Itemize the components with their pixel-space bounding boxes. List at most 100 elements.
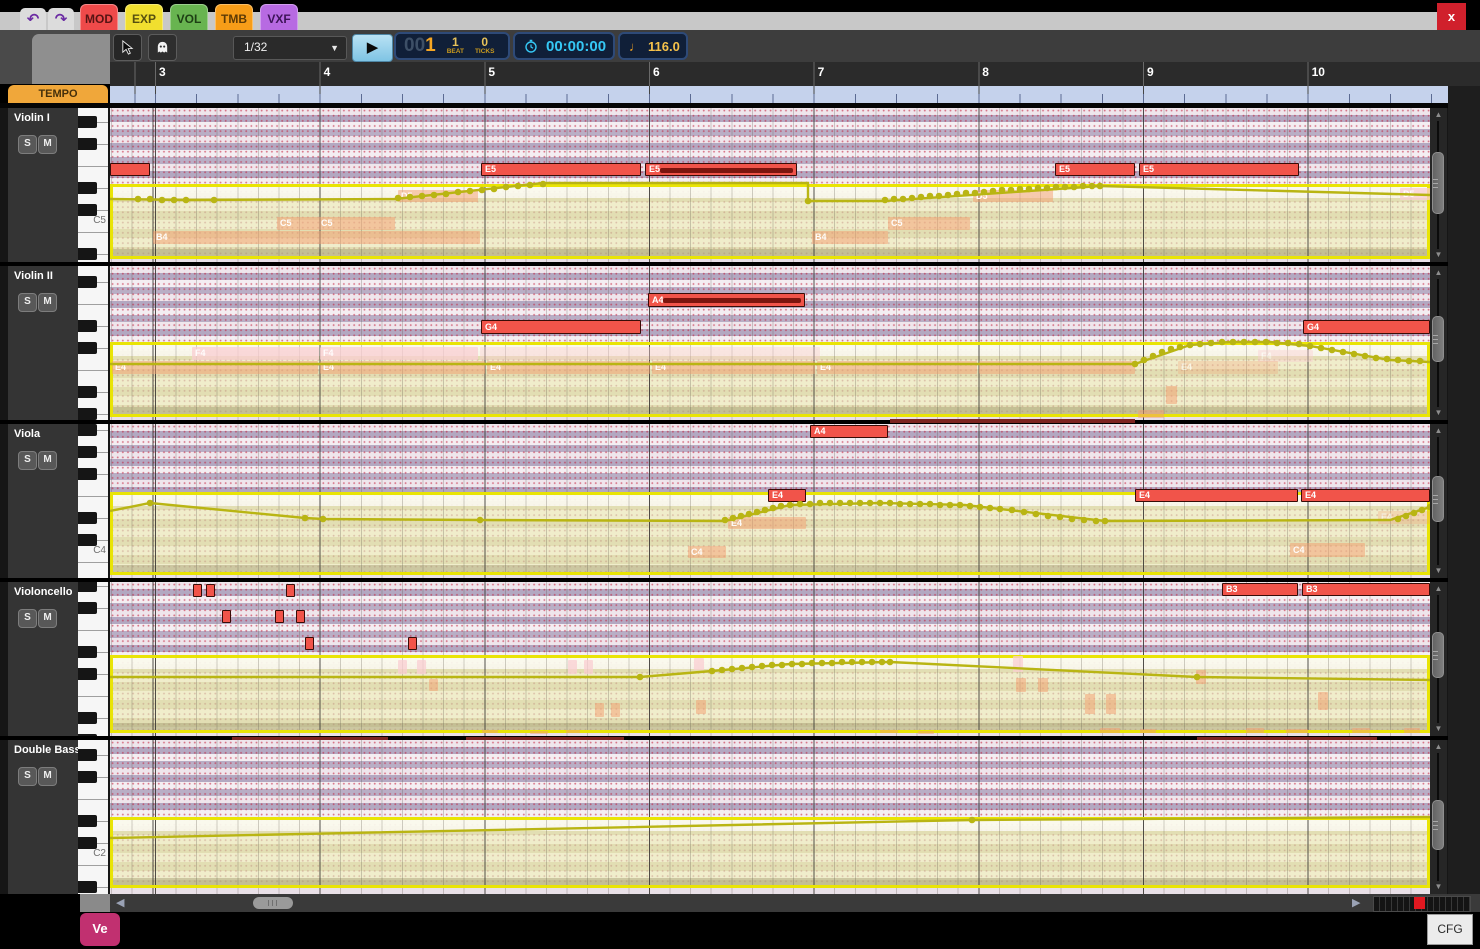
black-key[interactable]	[78, 512, 97, 524]
ghost-note[interactable]: E4	[1178, 361, 1278, 374]
hscroll-thumb[interactable]	[253, 897, 293, 909]
time-display[interactable]: 00:00:00	[513, 32, 615, 60]
track-vscrollbar[interactable]: ▲▼	[1430, 582, 1447, 736]
ghost-note[interactable]: E4	[112, 361, 318, 374]
mute-button[interactable]: M	[38, 293, 57, 312]
ghost-note[interactable]: D5	[398, 190, 478, 202]
close-button[interactable]: x	[1437, 3, 1466, 32]
black-key[interactable]	[78, 182, 97, 194]
tempo-display[interactable]: ♩ 116.0	[618, 32, 688, 60]
scroll-down-icon[interactable]: ▼	[1430, 565, 1447, 577]
black-key[interactable]	[78, 342, 97, 354]
midi-note[interactable]: E5	[481, 163, 641, 176]
grid-resolution-select[interactable]: 1/32 ▼	[233, 36, 347, 60]
ghost-note[interactable]: C5	[888, 217, 970, 230]
black-key[interactable]	[78, 320, 97, 332]
scroll-down-icon[interactable]: ▼	[1430, 249, 1447, 261]
black-key[interactable]	[78, 138, 97, 150]
ghost-note[interactable]: C5	[277, 217, 318, 230]
ghost-notes-tool-button[interactable]	[148, 34, 177, 61]
ghost-note[interactable]: F4	[320, 347, 478, 360]
horizontal-scrollbar[interactable]: ◀ ▶	[110, 894, 1480, 912]
black-key[interactable]	[78, 386, 97, 398]
solo-button[interactable]: S	[18, 451, 37, 470]
midi-note[interactable]: E4	[1301, 489, 1430, 502]
scroll-up-icon[interactable]: ▲	[1430, 583, 1447, 595]
track-vscrollbar[interactable]: ▲▼	[1430, 266, 1447, 420]
black-key[interactable]	[78, 276, 97, 288]
midi-note[interactable]: E4	[1135, 489, 1298, 502]
scroll-up-icon[interactable]: ▲	[1430, 741, 1447, 753]
ghost-note[interactable]	[398, 660, 407, 674]
midi-note[interactable]	[296, 610, 305, 623]
ghost-note[interactable]: F4	[192, 347, 319, 360]
track-vscrollbar[interactable]: ▲▼	[1430, 740, 1447, 894]
ghost-note[interactable]	[1404, 728, 1420, 733]
midi-note[interactable]	[222, 610, 231, 623]
ghost-note[interactable]	[1085, 694, 1095, 714]
mute-button[interactable]: M	[38, 135, 57, 154]
measure-ruler[interactable]: 345678910	[110, 62, 1448, 86]
midi-note[interactable]: E4	[768, 489, 806, 502]
config-button[interactable]: CFG	[1427, 914, 1473, 945]
ghost-note[interactable]	[1166, 386, 1177, 404]
track-vscrollbar[interactable]: ▲▼	[1430, 424, 1447, 578]
midi-note[interactable]	[193, 584, 202, 597]
midi-note[interactable]: B3	[1222, 583, 1298, 596]
midi-note[interactable]	[110, 163, 150, 176]
black-key[interactable]	[78, 668, 97, 680]
solo-button[interactable]: S	[18, 135, 37, 154]
black-key[interactable]	[78, 815, 97, 827]
ghost-note[interactable]	[1013, 656, 1023, 672]
beat-strip[interactable]	[110, 86, 1448, 103]
ghost-note[interactable]	[1138, 410, 1164, 418]
scroll-up-icon[interactable]: ▲	[1430, 109, 1447, 121]
black-key[interactable]	[78, 881, 97, 893]
ghost-note[interactable]	[1318, 692, 1328, 710]
ghost-note[interactable]: E4	[1378, 511, 1430, 524]
ghost-note[interactable]	[1352, 728, 1370, 733]
position-display[interactable]: 001 1BEAT 0TICKS	[394, 32, 510, 60]
black-key[interactable]	[78, 446, 97, 458]
ghost-note[interactable]: E4	[320, 361, 485, 374]
ghost-note[interactable]	[595, 703, 604, 717]
ghost-note[interactable]: C4	[688, 546, 726, 558]
ghost-note[interactable]	[480, 347, 820, 360]
midi-note[interactable]: G4	[481, 320, 641, 334]
scroll-up-icon[interactable]: ▲	[1430, 267, 1447, 279]
mute-button[interactable]: M	[38, 609, 57, 628]
black-key[interactable]	[78, 646, 97, 658]
mute-button[interactable]: M	[38, 767, 57, 786]
ghost-note[interactable]	[584, 660, 593, 674]
piano-keyboard[interactable]: C2	[78, 740, 108, 894]
overview-position-marker[interactable]	[1414, 897, 1425, 909]
midi-note[interactable]	[275, 610, 284, 623]
piano-roll-area[interactable]: B3B3	[110, 582, 1430, 736]
pointer-tool-button[interactable]	[113, 34, 142, 61]
piano-keyboard[interactable]: C4	[78, 424, 108, 578]
overview-zoom-strip[interactable]	[1373, 896, 1471, 912]
midi-note[interactable]: A4	[810, 425, 888, 438]
scroll-right-icon[interactable]: ▶	[1352, 894, 1360, 912]
solo-button[interactable]: S	[18, 767, 37, 786]
ghost-note[interactable]	[1100, 728, 1120, 733]
scroll-down-icon[interactable]: ▼	[1430, 881, 1447, 893]
track-vscrollbar[interactable]: ▲▼	[1430, 108, 1447, 262]
ghost-note[interactable]	[1246, 728, 1264, 733]
play-button[interactable]: ▶	[352, 34, 393, 62]
ghost-note[interactable]: D5	[1400, 188, 1430, 200]
piano-roll-area[interactable]: E4C4C4E4A4E4E4E4	[110, 424, 1430, 578]
midi-note[interactable]: E5	[645, 163, 797, 176]
black-key[interactable]	[78, 468, 97, 480]
ghost-note[interactable]: C5	[318, 217, 395, 230]
midi-note[interactable]	[408, 637, 417, 650]
ghost-note[interactable]: E4	[487, 361, 650, 374]
black-key[interactable]	[78, 749, 97, 761]
ghost-note[interactable]	[482, 730, 498, 733]
scroll-down-icon[interactable]: ▼	[1430, 723, 1447, 735]
black-key[interactable]	[78, 734, 97, 736]
piano-roll-area[interactable]: F4F4F4E4E4E4E4E4E4G4A4G4	[110, 266, 1430, 420]
velocity-tab-button[interactable]: Ve	[80, 913, 120, 946]
ghost-note[interactable]	[694, 658, 704, 670]
black-key[interactable]	[78, 116, 97, 128]
